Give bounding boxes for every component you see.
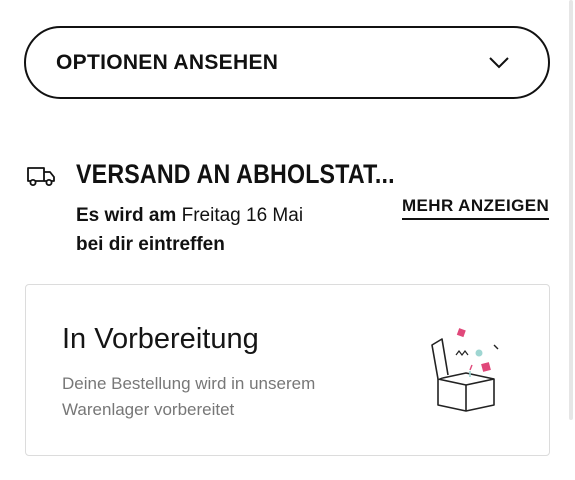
chevron-down-icon xyxy=(489,56,509,68)
delivery-estimate: Es wird am Freitag 16 Mai bei dir eintre… xyxy=(76,201,376,259)
order-status-card: In Vorbereitung Deine Bestellung wird in… xyxy=(25,284,550,456)
view-options-label: OPTIONEN ANSEHEN xyxy=(56,50,279,74)
scrollbar[interactable] xyxy=(569,0,573,420)
delivery-prefix: Es wird am xyxy=(76,205,177,226)
show-more-link[interactable]: MEHR ANZEIGEN xyxy=(402,196,550,220)
status-description: Deine Bestellung wird in unserem Warenla… xyxy=(62,374,316,419)
status-title: In Vorbereitung xyxy=(62,323,259,355)
open-box-illustration xyxy=(431,328,499,412)
shipping-title: VERSAND AN ABHOLSTAT... xyxy=(76,159,395,189)
truck-icon xyxy=(27,167,55,186)
view-options-dropdown[interactable]: OPTIONEN ANSEHEN xyxy=(24,26,550,99)
delivery-suffix: bei dir eintreffen xyxy=(76,234,225,255)
shipping-section: VERSAND AN ABHOLSTAT... Es wird am Freit… xyxy=(26,157,556,267)
delivery-date: Freitag 16 Mai xyxy=(181,205,304,226)
